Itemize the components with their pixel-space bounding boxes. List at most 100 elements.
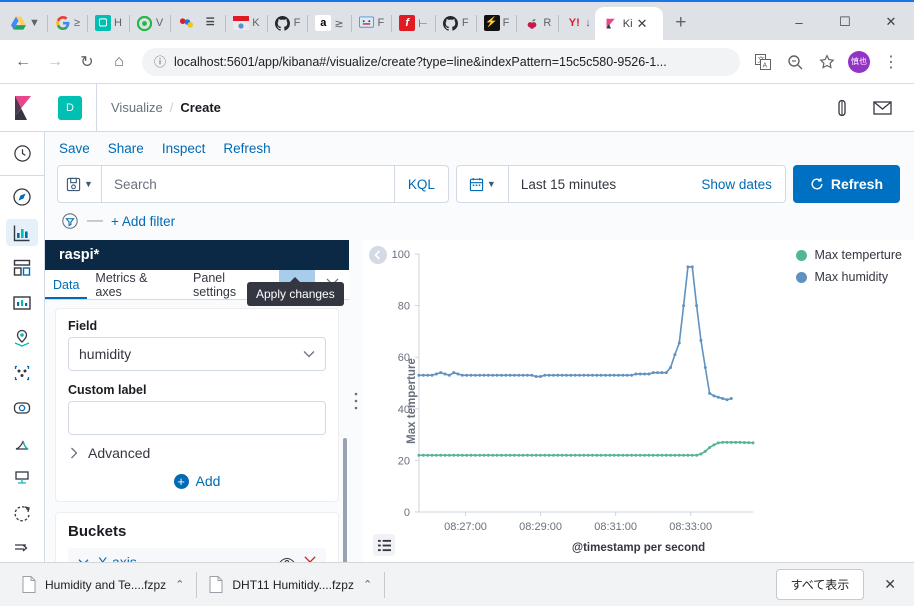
bookmark-yahoo[interactable]: Y! ↓ (562, 9, 595, 37)
bucket-row-x-axis[interactable]: X-axis (68, 548, 326, 562)
download-item-1[interactable]: Humidity and Te....fzpz ⌃ (10, 570, 196, 600)
bookmark-monitor[interactable]: F (355, 9, 389, 37)
time-range-value[interactable]: Last 15 minutes (509, 166, 701, 202)
sidebar-item-maps[interactable] (6, 324, 38, 351)
profile-avatar[interactable]: 慎也 (844, 47, 874, 77)
sidebar-item-apm[interactable] (6, 465, 38, 492)
bookmark-label: F (293, 17, 301, 29)
sidebar-item-logs[interactable] (6, 430, 38, 457)
forward-button[interactable]: → (40, 47, 70, 77)
add-metric-button[interactable]: + Add (68, 463, 326, 489)
bookmark-bolt[interactable]: ⚡ F (480, 9, 514, 37)
refresh-action-button[interactable]: Refresh (223, 141, 270, 156)
close-downloads-icon[interactable]: ✕ (876, 576, 904, 593)
chevron-up-icon[interactable]: ⌃ (363, 578, 372, 591)
bookmark-label: ▼ (29, 17, 40, 29)
time-picker-group: ▼ Last 15 minutes Show dates (455, 165, 786, 203)
bookmark-arduino[interactable]: K (229, 9, 263, 37)
bookmark-flickr[interactable]: f ⊢ (395, 9, 432, 37)
query-bar: ▼ Search KQL ▼ Last 15 minutes Show date… (57, 165, 900, 203)
close-window-button[interactable]: ✕ (868, 2, 914, 42)
address-bar[interactable]: ⓘ localhost:5601/app/kibana#/visualize/c… (142, 47, 740, 76)
refresh-button-label: Refresh (830, 176, 883, 192)
file-icon (209, 576, 223, 593)
bookmark-vivaldi[interactable]: V (133, 9, 167, 37)
tab-data[interactable]: Data (45, 270, 87, 299)
add-label: Add (195, 473, 221, 489)
eye-icon[interactable] (279, 557, 295, 562)
show-all-downloads-button[interactable]: すべて表示 (775, 569, 865, 600)
bookmark-google-drive[interactable]: ▼ (6, 9, 44, 37)
inspect-button[interactable]: Inspect (162, 141, 206, 156)
custom-label-input[interactable] (68, 401, 326, 435)
query-language-button[interactable]: KQL (393, 166, 448, 202)
bookmark-star-icon[interactable] (812, 47, 842, 77)
book-icon: ☰ (205, 17, 215, 28)
browser-tab-kibana[interactable]: Ki ✕ (594, 7, 663, 40)
minimize-button[interactable]: – (776, 2, 822, 42)
remove-icon[interactable] (304, 556, 316, 562)
translate-icon[interactable]: 文A (748, 47, 778, 77)
sidebar-item-recently-viewed[interactable] (6, 140, 38, 167)
newsfeed-icon[interactable] (873, 99, 892, 117)
site-info-icon[interactable]: ⓘ (154, 53, 166, 70)
bookmark-github-2[interactable]: F (439, 9, 473, 37)
zoom-out-icon[interactable] (780, 47, 810, 77)
field-select[interactable]: humidity (68, 337, 326, 371)
collapse-editor-button[interactable] (369, 246, 387, 264)
back-button[interactable]: ← (8, 47, 38, 77)
bookmark-google[interactable]: ≥ (51, 9, 84, 37)
kibana-sidebar (0, 132, 45, 562)
save-button[interactable]: Save (59, 141, 90, 156)
panel-resize-handle[interactable] (349, 240, 363, 562)
sidebar-item-discover[interactable] (6, 184, 38, 211)
advanced-toggle[interactable]: Advanced (68, 435, 326, 463)
config-scrollbar[interactable] (343, 438, 347, 562)
refresh-button[interactable]: Refresh (792, 165, 900, 203)
sidebar-item-machine-learning[interactable] (6, 359, 38, 386)
close-icon[interactable]: ✕ (637, 16, 648, 32)
sidebar-item-uptime[interactable] (6, 500, 38, 527)
bookmark-github-1[interactable]: F (271, 9, 305, 37)
sidebar-item-infrastructure[interactable] (6, 395, 38, 422)
chevron-up-icon[interactable]: ⌃ (175, 578, 184, 591)
dev-tools-icon[interactable] (833, 99, 851, 117)
bookmark-amazon[interactable]: a ≳ (311, 9, 347, 37)
url-text: localhost:5601/app/kibana#/visualize/cre… (174, 54, 667, 69)
bookmark-raspberry[interactable]: R (520, 9, 555, 37)
calendar-icon[interactable]: ▼ (457, 166, 509, 202)
maximize-button[interactable]: ☐ (822, 2, 868, 42)
bookmark-divider (350, 14, 352, 32)
add-filter-button[interactable]: + Add filter (111, 214, 175, 229)
kibana-header: D Visualize / Create (0, 83, 914, 132)
reload-icon[interactable]: ↻ (72, 47, 102, 77)
share-button[interactable]: Share (108, 141, 144, 156)
bookmark-evernote[interactable]: ▢ H (91, 9, 126, 37)
bookmark-label: F (377, 17, 385, 29)
sidebar-item-collapse[interactable] (6, 535, 38, 562)
svg-text:08:33:00: 08:33:00 (669, 521, 712, 533)
bookmark-colorful[interactable] (174, 9, 198, 37)
space-badge[interactable]: D (58, 95, 82, 120)
sidebar-item-canvas[interactable] (6, 289, 38, 316)
search-input[interactable]: Search (102, 166, 394, 202)
home-icon[interactable]: ⌂ (104, 47, 134, 77)
bookmark-label: ⊢ (418, 17, 428, 30)
tab-metrics-axes[interactable]: Metrics & axes (87, 270, 185, 299)
saved-query-button[interactable]: ▼ (58, 166, 102, 202)
advanced-label: Advanced (88, 445, 151, 461)
breadcrumb-visualize[interactable]: Visualize (111, 100, 163, 115)
download-item-2[interactable]: DHT11 Humitidy....fzpz ⌃ (197, 570, 384, 600)
legend-toggle-button[interactable] (373, 534, 395, 556)
sidebar-item-dashboard[interactable] (6, 254, 38, 281)
filter-icon[interactable] (61, 212, 79, 230)
chrome-menu-icon[interactable]: ⋮ (876, 47, 906, 77)
kibana-logo-icon[interactable] (0, 95, 46, 120)
bookmark-divider (558, 14, 560, 32)
green-circle-icon (137, 15, 153, 31)
new-tab-button[interactable]: + (667, 9, 695, 37)
sidebar-item-visualize[interactable] (6, 219, 38, 247)
show-dates-button[interactable]: Show dates (701, 166, 785, 202)
bookmark-book[interactable]: ☰ (198, 9, 222, 37)
breadcrumb: Visualize / Create (111, 100, 221, 115)
